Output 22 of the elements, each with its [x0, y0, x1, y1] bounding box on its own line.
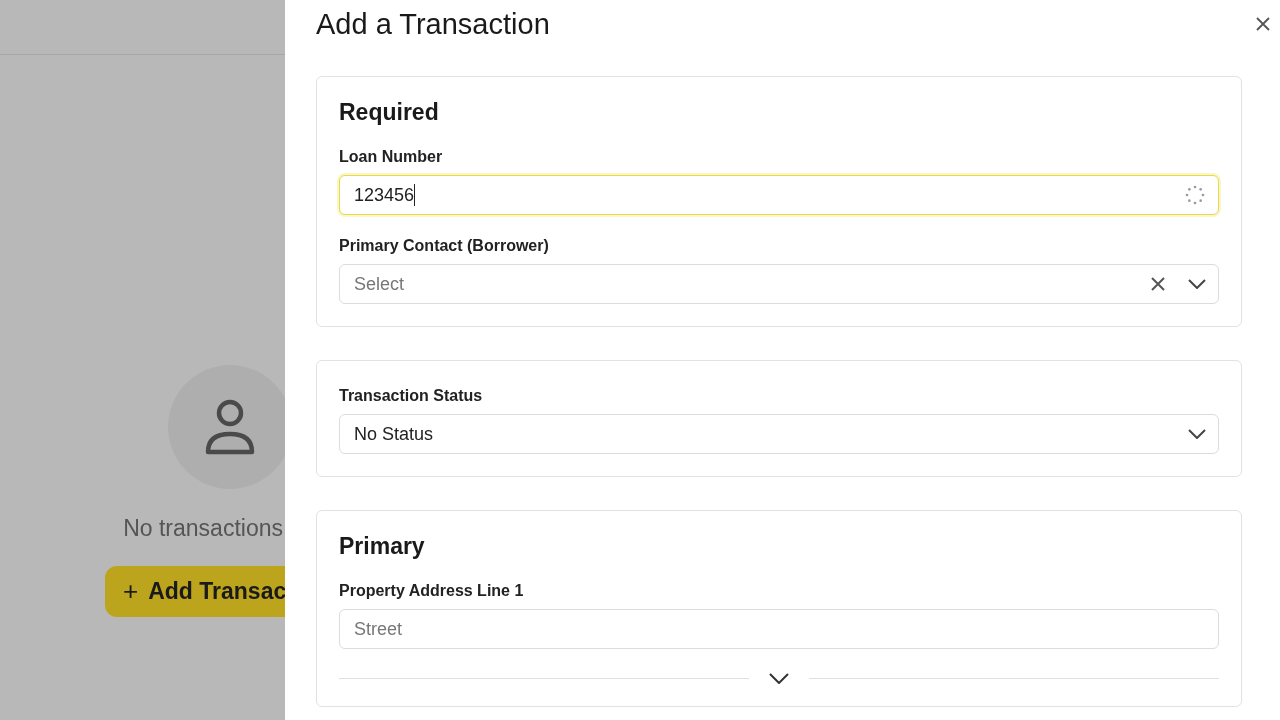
close-icon — [1256, 17, 1270, 31]
field-label: Property Address Line 1 — [339, 582, 525, 600]
chevron-down-icon[interactable] — [1188, 279, 1206, 289]
empty-message: No transactions — [123, 515, 283, 542]
field-label: Transaction Status — [339, 387, 484, 405]
close-button[interactable] — [1254, 15, 1272, 33]
chevron-down-icon[interactable] — [1188, 429, 1206, 439]
drawer-title: Add a Transaction — [316, 7, 550, 41]
section-title: Primary — [339, 533, 426, 560]
expand-chevron-icon[interactable] — [769, 673, 789, 684]
field-label: Primary Contact (Borrower) — [339, 237, 550, 255]
add-transaction-button[interactable]: + Add Transac — [105, 566, 285, 617]
section-title: Required — [339, 99, 440, 126]
text-caret — [414, 184, 416, 206]
loading-spinner-icon — [1184, 184, 1206, 206]
text-field[interactable]: 123456 — [339, 175, 1219, 215]
person-icon — [204, 398, 256, 456]
text-field[interactable]: Street — [339, 609, 1219, 649]
clear-icon[interactable] — [1150, 276, 1166, 292]
select-field[interactable]: No Status — [339, 414, 1219, 454]
field-label: Loan Number — [339, 148, 444, 166]
select-field[interactable]: Select — [339, 264, 1219, 304]
